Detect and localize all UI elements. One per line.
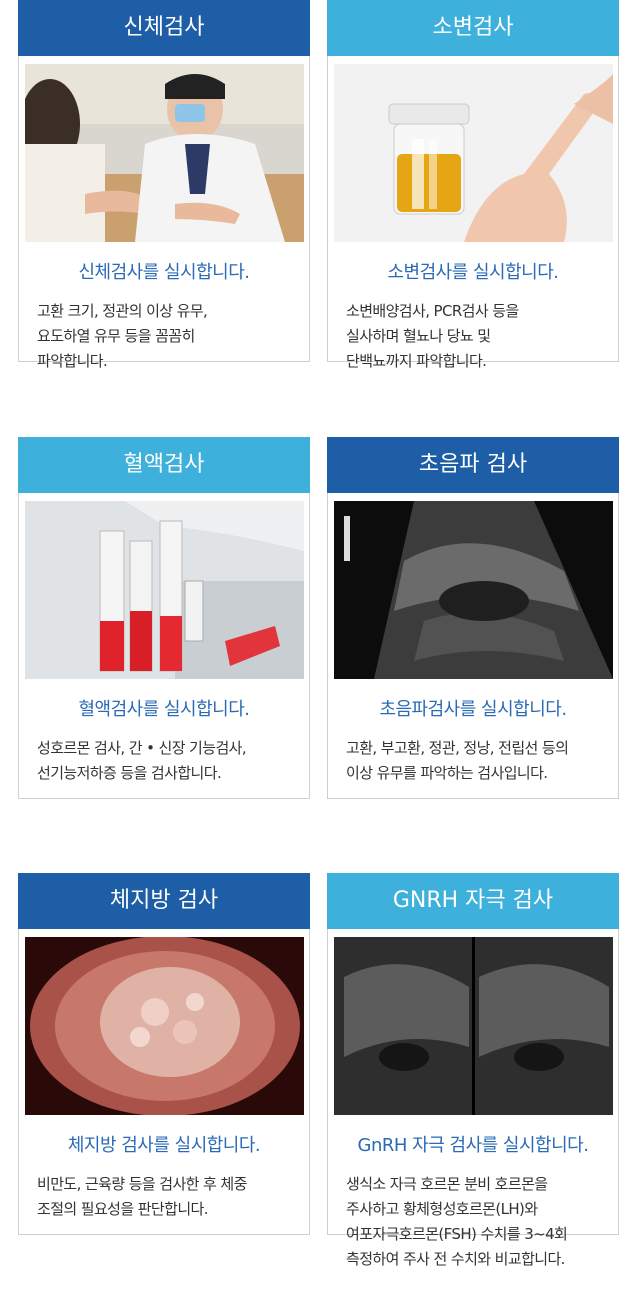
blood-tubes-photo [25,501,304,679]
card-subtitle: 소변검사를 실시합니다. [387,262,559,283]
card-description: 비만도, 근육량 등을 검사한 후 체중 조절의 필요성을 판단합니다. [37,1175,247,1218]
card-title: 신체검사 [18,0,310,56]
card-title: 소변검사 [327,0,619,56]
tissue-photo [25,937,304,1115]
card-gnrh-stimulation: GNRH 자극 검사 GnRH 자극 검사를 실시합니다. 생식소 자극 호르몬… [327,873,619,1268]
ultrasound-image [334,501,613,679]
card-title: GNRH 자극 검사 [327,873,619,929]
card-ultrasound: 초음파 검사 초음파검사를 실시합니다. 고환, 부고환, 정관, 정낭, 전립… [327,437,619,799]
urine-sample-photo [334,64,613,242]
card-title: 체지방 검사 [18,873,310,929]
card-description: 소변배양검사, PCR검사 등을 실사하며 혈뇨나 당뇨 및 단백뇨까지 파악합… [346,302,519,370]
card-title: 혈액검사 [18,437,310,493]
card-subtitle: 초음파검사를 실시합니다. [379,699,567,720]
card-body-fat: 체지방 검사 체지방 검사를 실시합니다. 비만도, 근육량 등을 검사한 후 … [18,873,310,1235]
ultrasound-dual-image [334,937,613,1115]
card-description: 성호르몬 검사, 간 • 신장 기능검사, 선기능저하증 등을 검사합니다. [37,739,247,782]
card-blood-test: 혈액검사 혈액검사를 실시합니다. 성호르몬 검사, 간 • 신장 기능검사, … [18,437,310,799]
card-urine-test: 소변검사 소변검사를 실시합니다. 소변배양검사, PCR검사 등을 실사하며 … [327,0,619,370]
card-subtitle: 신체검사를 실시합니다. [78,262,250,283]
card-subtitle: 혈액검사를 실시합니다. [78,699,250,720]
card-physical-exam: 신체검사 신체검사를 실시합니다. 고환 크기, 정관의 이상 유무, 요도하열… [18,0,310,370]
card-subtitle: 체지방 검사를 실시합니다. [67,1135,261,1156]
card-subtitle: GnRH 자극 검사를 실시합니다. [357,1135,589,1156]
card-description: 고환 크기, 정관의 이상 유무, 요도하열 유무 등을 꼼꼼히 파악합니다. [37,302,208,370]
card-title: 초음파 검사 [327,437,619,493]
physical-exam-photo [25,64,304,242]
card-description: 생식소 자극 호르몬 분비 호르몬을 주사하고 황체형성호르몬(LH)와 여포자… [346,1175,568,1268]
card-description: 고환, 부고환, 정관, 정낭, 전립선 등의 이상 유무를 파악하는 검사입니… [346,739,569,782]
